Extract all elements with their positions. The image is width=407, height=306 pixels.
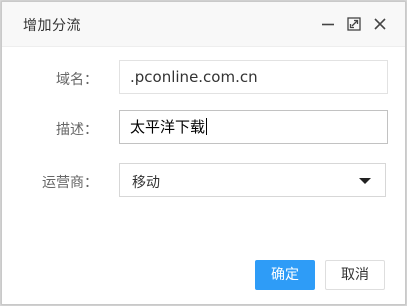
confirm-button[interactable]: 确定: [255, 260, 315, 290]
description-label: 描述：: [56, 122, 98, 138]
text-caret: [206, 118, 208, 135]
domain-row: 域名： .pconline.com.cn: [2, 60, 405, 96]
close-icon[interactable]: [371, 15, 389, 33]
maximize-icon[interactable]: [345, 15, 363, 33]
dialog-title: 增加分流: [23, 18, 81, 34]
carrier-label: 运营商：: [42, 175, 98, 191]
minimize-icon[interactable]: [319, 15, 337, 33]
dialog-titlebar: 增加分流: [2, 2, 405, 47]
carrier-select[interactable]: 移动: [119, 163, 386, 197]
chevron-down-icon: [359, 178, 371, 184]
description-input[interactable]: 太平洋下载: [119, 110, 388, 144]
carrier-selected-value: 移动: [132, 175, 160, 191]
domain-label: 域名：: [56, 72, 98, 88]
add-split-dialog: 增加分流 域名： .pconline.com.cn 描述： 太平洋下载 运营商：…: [1, 1, 406, 305]
domain-input[interactable]: .pconline.com.cn: [119, 60, 388, 94]
cancel-button[interactable]: 取消: [325, 260, 385, 290]
description-value: 太平洋下载: [130, 118, 206, 136]
description-row: 描述： 太平洋下载: [2, 110, 405, 146]
carrier-row: 运营商： 移动: [2, 163, 405, 199]
